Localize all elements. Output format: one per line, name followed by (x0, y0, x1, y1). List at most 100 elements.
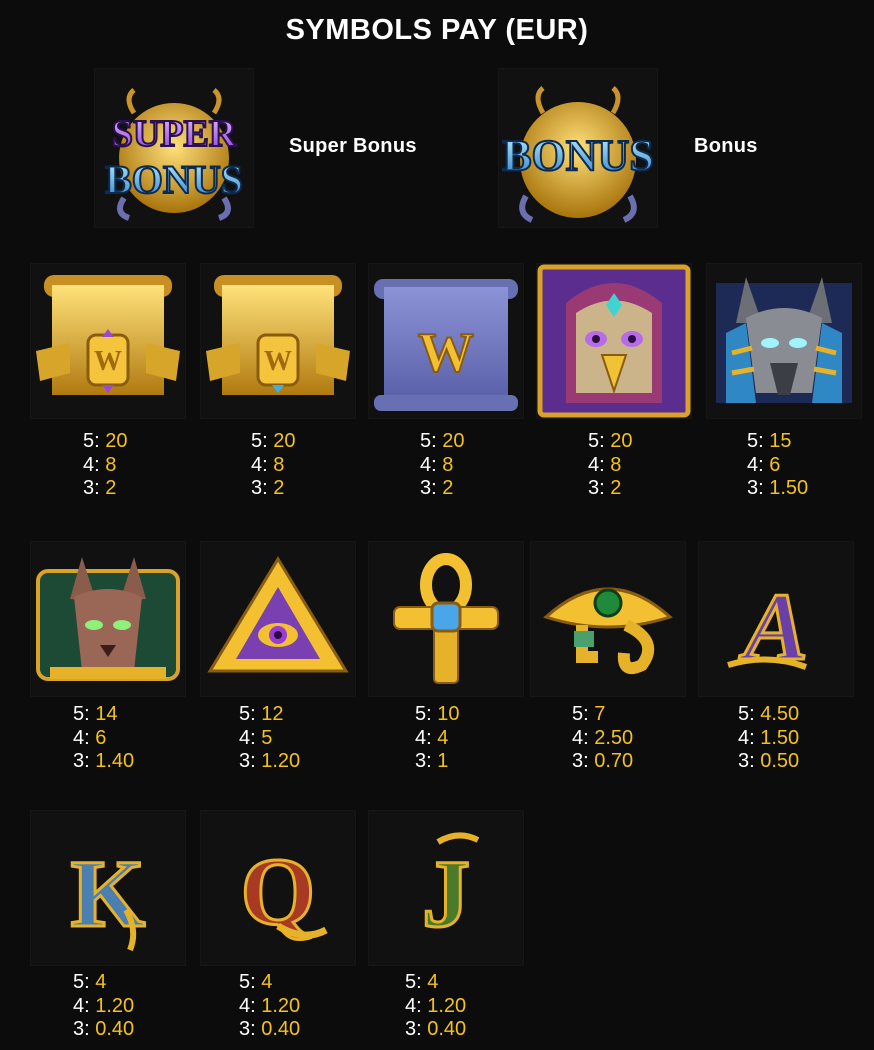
pay-value: 1.20 (261, 994, 301, 1017)
symbol-tile-anubis (706, 263, 862, 419)
pay-count-label: 3: (83, 477, 100, 499)
pay-count-label: 4: (405, 994, 422, 1017)
pay-value: 8 (442, 453, 454, 476)
pay-count-label: 3: (588, 477, 605, 499)
pay-row: 5: 20 (420, 430, 465, 454)
pay-value: 1.50 (760, 726, 800, 749)
pay-row: 4: 6 (747, 454, 808, 478)
pay-count-label: 5: (251, 430, 268, 452)
bonus-label: Bonus (694, 135, 758, 157)
pay-count-label: 4: (420, 453, 437, 476)
bonus-symbol-tile: BONUS (498, 68, 658, 228)
letter-j-icon: J (421, 832, 480, 949)
pay-value: 4 (427, 971, 439, 993)
pay-value: 0.50 (760, 750, 800, 772)
pay-row: 5: 4 (239, 971, 300, 995)
paytable-eye-of-ra: 5: 7 4: 2.50 3: 0.70 (572, 703, 633, 774)
pay-value: 1.50 (769, 477, 809, 499)
paytable-anubis: 5: 15 4: 6 3: 1.50 (747, 430, 808, 501)
pay-value: 20 (610, 430, 633, 452)
pay-count-label: 5: (588, 430, 605, 452)
pay-row: 4: 1.20 (73, 995, 134, 1019)
pay-row: 4: 6 (73, 727, 134, 751)
pay-count-label: 4: (251, 453, 268, 476)
paytable-gold-wild-purple: 5: 20 4: 8 3: 2 (83, 430, 128, 501)
pay-count-label: 3: (747, 477, 764, 499)
symbol-tile-letter-k: K (30, 810, 186, 966)
pay-count-label: 4: (239, 994, 256, 1017)
pay-row: 4: 1.50 (738, 727, 799, 751)
pay-row: 3: 2 (83, 477, 128, 501)
pay-count-label: 5: (572, 703, 589, 725)
svg-text:W: W (264, 346, 292, 377)
pay-count-label: 4: (747, 453, 764, 476)
pay-row: 4: 5 (239, 727, 300, 751)
pay-row: 4: 2.50 (572, 727, 633, 751)
pay-value: 8 (273, 453, 285, 476)
pay-row: 5: 4 (73, 971, 134, 995)
pay-value: 2 (442, 477, 454, 499)
pay-count-label: 4: (588, 453, 605, 476)
pay-value: 8 (610, 453, 622, 476)
pay-value: 4 (437, 726, 449, 749)
pay-row: 3: 0.50 (738, 750, 799, 774)
pay-row: 5: 14 (73, 703, 134, 727)
pay-value: 2 (105, 477, 117, 499)
paytable-letter-q: 5: 4 4: 1.20 3: 0.40 (239, 971, 300, 1042)
pay-count-label: 5: (420, 430, 437, 452)
eye-pyramid-icon (207, 556, 349, 673)
pay-row: 3: 0.40 (239, 1018, 300, 1042)
pay-row: 4: 4 (415, 727, 460, 751)
symbol-tile-gold-wild-blue: W (200, 263, 356, 419)
pay-row: 5: 20 (251, 430, 296, 454)
pay-row: 5: 4.50 (738, 703, 799, 727)
pay-value: 1.40 (95, 750, 135, 772)
pay-value: 1.20 (261, 750, 301, 772)
pay-count-label: 4: (239, 726, 256, 749)
super-bonus-scarab-icon: SUPER BONUS (104, 88, 244, 221)
pay-count-label: 4: (738, 726, 755, 749)
pay-row: 3: 1.40 (73, 750, 134, 774)
super-bonus-symbol-tile: SUPER BONUS (94, 68, 254, 228)
pay-count-label: 3: (73, 750, 90, 772)
blue-wild-scroll-icon: W (374, 279, 518, 411)
pay-value: 6 (769, 453, 781, 476)
pay-value: 0.40 (95, 1018, 135, 1040)
pay-value: 0.40 (427, 1018, 467, 1040)
pay-row: 3: 2 (420, 477, 465, 501)
pay-value: 15 (769, 430, 792, 452)
pay-count-label: 5: (83, 430, 100, 452)
pay-value: 20 (273, 430, 296, 452)
pay-value: 4.50 (760, 703, 800, 725)
pay-value: 1 (437, 750, 449, 772)
symbol-tile-eye-pyramid (200, 541, 356, 697)
pay-count-label: 3: (405, 1018, 422, 1040)
ankh-icon (393, 553, 499, 684)
pay-value: 0.40 (261, 1018, 301, 1040)
paytable-ankh: 5: 10 4: 4 3: 1 (415, 703, 460, 774)
pay-count-label: 3: (572, 750, 589, 772)
pay-row: 3: 0.70 (572, 750, 633, 774)
pay-row: 3: 1.20 (239, 750, 300, 774)
symbol-tile-gold-wild-purple: W (30, 263, 186, 419)
pay-count-label: 3: (415, 750, 432, 772)
pay-value: 14 (95, 703, 118, 725)
pay-count-label: 5: (738, 703, 755, 725)
paytable-letter-k: 5: 4 4: 1.20 3: 0.40 (73, 971, 134, 1042)
svg-text:W: W (94, 346, 122, 377)
pay-value: 7 (594, 703, 606, 725)
pay-row: 4: 1.20 (239, 995, 300, 1019)
symbol-tile-bastet (30, 541, 186, 697)
bonus-art-text: BONUS (502, 131, 654, 180)
pay-value: 5 (261, 726, 273, 749)
gold-wild-scroll-blue-gem-icon: W (206, 275, 350, 395)
eye-of-ra-icon (543, 587, 673, 674)
pay-value: 1.20 (95, 994, 135, 1017)
pay-count-label: 3: (420, 477, 437, 499)
pay-row: 5: 15 (747, 430, 808, 454)
symbol-tile-eye-of-ra (530, 541, 686, 697)
pay-value: 4 (95, 971, 107, 993)
symbol-tile-letter-j: J (368, 810, 524, 966)
paytable-blue-wild: 5: 20 4: 8 3: 2 (420, 430, 465, 501)
pay-count-label: 3: (239, 1018, 256, 1040)
